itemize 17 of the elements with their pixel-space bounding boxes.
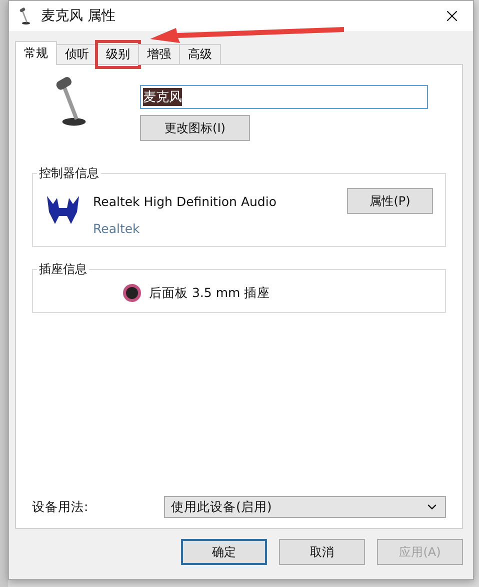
window-title: 麦克风 属性 [41, 7, 116, 25]
dialog-button[interactable]: 取消 [279, 539, 365, 565]
tab[interactable]: 增强 [138, 44, 180, 65]
tab[interactable]: 高级 [179, 44, 221, 65]
properties-button[interactable]: 属性(P) [347, 188, 433, 214]
vendor-link[interactable]: Realtek [93, 221, 347, 236]
tab[interactable]: 常规 [15, 41, 57, 65]
dialog-button[interactable]: 确定 [181, 539, 267, 565]
group-title: 插座信息 [37, 261, 89, 278]
crab-logo-icon [45, 194, 81, 226]
name-field[interactable]: 麦克风 [140, 85, 428, 109]
change-icon-button[interactable]: 更改图标(I) [140, 115, 250, 141]
usage-label: 设备用法: [32, 498, 88, 516]
jack-label: 后面板 3.5 mm 插座 [149, 284, 270, 302]
group-title: 控制器信息 [37, 165, 101, 182]
controller-name: Realtek High Definition Audio [93, 194, 278, 209]
usage-dropdown[interactable]: 使用此设备(启用) [164, 496, 446, 518]
